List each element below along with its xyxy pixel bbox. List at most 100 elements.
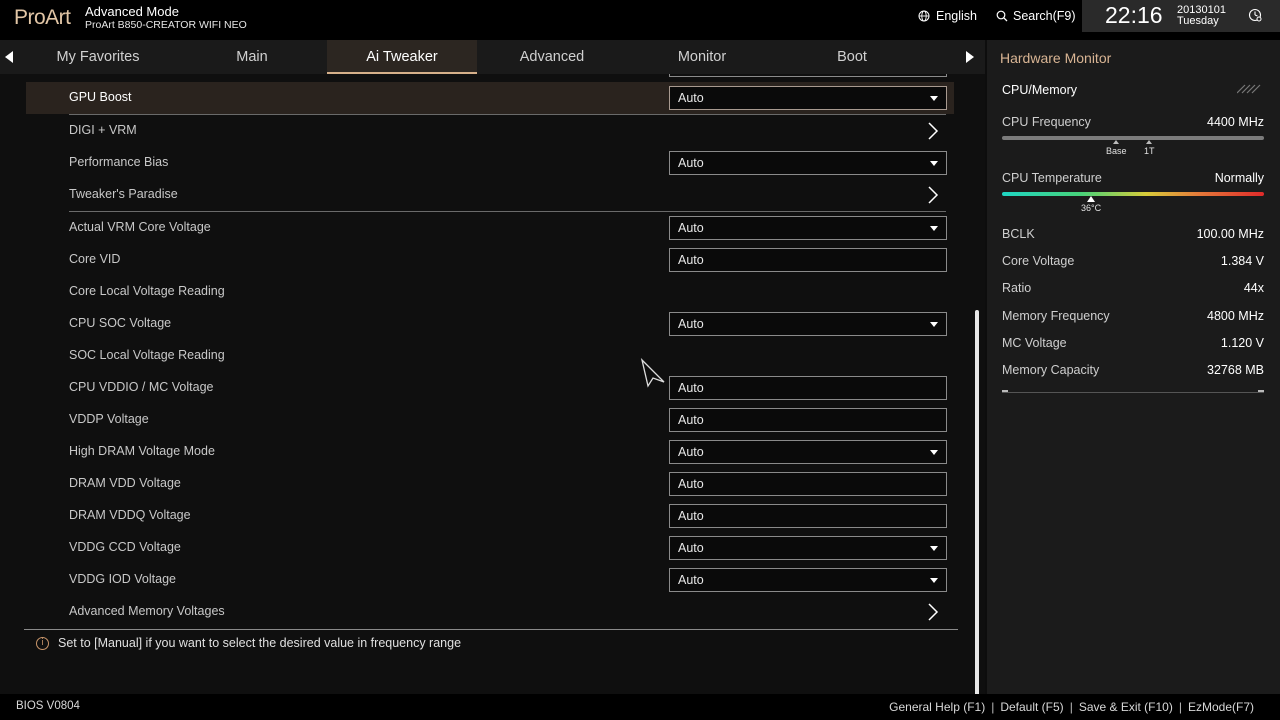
top-header: ProArt Advanced Mode ProArt B850-CREATOR… <box>0 0 1280 40</box>
cpu-frequency-row: CPU Frequency 4400 MHz <box>1002 115 1264 129</box>
chevron-right-icon[interactable] <box>926 185 940 205</box>
setting-row-performance-bias[interactable]: Performance Bias Auto <box>26 147 954 179</box>
caret-down-icon <box>930 96 938 101</box>
setting-row-tweakers-paradise[interactable]: Tweaker's Paradise <box>26 179 954 211</box>
stat-value: 44x <box>1243 281 1264 295</box>
cpu-temperature-reading: 36°C <box>1081 203 1102 213</box>
board-name: ProArt B850-CREATOR WIFI NEO <box>85 19 247 31</box>
language-selector[interactable]: English <box>918 9 977 23</box>
setting-row-gpu-boost[interactable]: GPU Boost Auto <box>26 82 954 114</box>
vddp-voltage-input[interactable]: Auto <box>669 408 947 432</box>
vddg-iod-voltage-dropdown[interactable]: Auto <box>669 568 947 592</box>
stat-label: MC Voltage <box>1002 336 1067 350</box>
help-message: i Set to [Manual] if you want to select … <box>36 636 461 650</box>
stat-row-mc-voltage: MC Voltage 1.120 V <box>1002 336 1264 350</box>
setting-row-dram-vddq-voltage[interactable]: DRAM VDDQ Voltage Auto <box>26 500 954 532</box>
tab-advanced[interactable]: Advanced <box>477 40 627 74</box>
scrollbar-thumb[interactable] <box>975 310 979 694</box>
setting-label: Core Local Voltage Reading <box>69 284 225 298</box>
help-text: Set to [Manual] if you want to select th… <box>58 636 462 650</box>
tab-boot[interactable]: Boot <box>777 40 927 74</box>
dram-vdd-voltage-input[interactable]: Auto <box>669 472 947 496</box>
setting-row-cpu-soc-voltage[interactable]: CPU SOC Voltage Auto <box>26 308 954 340</box>
stat-label: Ratio <box>1002 281 1032 295</box>
info-icon: i <box>36 636 49 650</box>
setting-row-advanced-memory-voltages[interactable]: Advanced Memory Voltages <box>26 596 954 628</box>
setting-label: SOC Local Voltage Reading <box>69 348 225 362</box>
setting-row-high-dram-voltage-mode[interactable]: High DRAM Voltage Mode Auto <box>26 436 954 468</box>
clock-date: 20130101 Tuesday <box>1177 5 1226 27</box>
partial-control-above <box>669 74 947 77</box>
setting-label: DRAM VDD Voltage <box>69 476 181 490</box>
stat-label: Core Voltage <box>1002 254 1075 268</box>
setting-row-vddp-voltage[interactable]: VDDP Voltage Auto <box>26 404 954 436</box>
tab-ai-tweaker[interactable]: Ai Tweaker <box>327 40 477 74</box>
caret-down-icon <box>930 546 938 551</box>
stat-label: Memory Capacity <box>1002 363 1100 377</box>
cpu-vddio-mc-voltage-input[interactable]: Auto <box>669 376 947 400</box>
setting-row-dram-vdd-voltage[interactable]: DRAM VDD Voltage Auto <box>26 468 954 500</box>
setting-label: Advanced Memory Voltages <box>69 604 225 618</box>
setting-label: Core VID <box>69 252 121 266</box>
stat-label: BCLK <box>1002 227 1035 241</box>
search-icon <box>996 10 1008 22</box>
cpu-temperature-status: Normally <box>1214 171 1264 185</box>
setting-label: VDDG CCD Voltage <box>69 540 181 554</box>
clock-panel[interactable]: 22:16 20130101 Tuesday <box>1082 0 1280 32</box>
ezmode-button[interactable]: EzMode(F7) <box>1182 700 1260 714</box>
language-label: English <box>936 9 977 23</box>
tab-monitor[interactable]: Monitor <box>627 40 777 74</box>
cpu-frequency-bar <box>1002 136 1264 140</box>
setting-row-digi-vrm[interactable]: DIGI + VRM <box>26 115 954 147</box>
setting-row-vddg-ccd-voltage[interactable]: VDDG CCD Voltage Auto <box>26 532 954 564</box>
dropdown-value: Auto <box>678 445 704 459</box>
chevron-right-icon[interactable] <box>926 602 940 622</box>
hardware-monitor-title: Hardware Monitor <box>1000 50 1112 66</box>
high-dram-voltage-mode-dropdown[interactable]: Auto <box>669 440 947 464</box>
clock-settings-icon[interactable] <box>1248 8 1262 22</box>
dropdown-value: Auto <box>678 91 704 105</box>
core-vid-input[interactable]: Auto <box>669 248 947 272</box>
vddg-ccd-voltage-dropdown[interactable]: Auto <box>669 536 947 560</box>
default-button[interactable]: Default (F5) <box>994 700 1069 714</box>
stat-row-bclk: BCLK 100.00 MHz <box>1002 227 1264 241</box>
dropdown-value: Auto <box>678 573 704 587</box>
performance-bias-dropdown[interactable]: Auto <box>669 151 947 175</box>
search-button[interactable]: Search(F9) <box>996 9 1076 23</box>
setting-row-actual-vrm-core-voltage[interactable]: Actual VRM Core Voltage Auto <box>26 212 954 244</box>
stat-value: 100.00 MHz <box>1196 227 1264 241</box>
setting-label: CPU VDDIO / MC Voltage <box>69 380 214 394</box>
proart-logo: ProArt <box>14 6 71 29</box>
weekday-value: Tuesday <box>1177 15 1219 27</box>
setting-label: Tweaker's Paradise <box>69 187 178 201</box>
save-exit-button[interactable]: Save & Exit (F10) <box>1073 700 1179 714</box>
tab-scroll-left-icon[interactable] <box>5 51 13 63</box>
end-tick-right <box>1258 390 1264 392</box>
globe-icon <box>918 10 930 22</box>
tab-scroll-right-icon[interactable] <box>966 51 974 63</box>
caret-down-icon <box>930 322 938 327</box>
cpu-soc-voltage-dropdown[interactable]: Auto <box>669 312 947 336</box>
stat-row-core-voltage: Core Voltage 1.384 V <box>1002 254 1264 268</box>
actual-vrm-core-voltage-dropdown[interactable]: Auto <box>669 216 947 240</box>
setting-row-cpu-vddio-mc-voltage[interactable]: CPU VDDIO / MC Voltage Auto <box>26 372 954 404</box>
stat-row-memory-frequency: Memory Frequency 4800 MHz <box>1002 309 1264 323</box>
input-value: Auto <box>678 381 704 395</box>
section-stripes-icon[interactable] <box>1237 84 1263 94</box>
gpu-boost-dropdown[interactable]: Auto <box>669 86 947 110</box>
input-value: Auto <box>678 509 704 523</box>
setting-row-vddg-iod-voltage[interactable]: VDDG IOD Voltage Auto <box>26 564 954 596</box>
stat-value: 4800 MHz <box>1207 309 1264 323</box>
tab-main[interactable]: Main <box>177 40 327 74</box>
stat-row-memory-capacity: Memory Capacity 32768 MB <box>1002 363 1264 377</box>
setting-label: High DRAM Voltage Mode <box>69 444 215 458</box>
mode-title: Advanced Mode <box>85 4 179 19</box>
base-marker-label: Base <box>1106 146 1127 156</box>
general-help-button[interactable]: General Help (F1) <box>883 700 991 714</box>
footer-links: General Help (F1) | Default (F5) | Save … <box>883 700 1260 714</box>
setting-label: DIGI + VRM <box>69 123 137 137</box>
chevron-right-icon[interactable] <box>926 121 940 141</box>
dram-vddq-voltage-input[interactable]: Auto <box>669 504 947 528</box>
setting-row-core-vid[interactable]: Core VID Auto <box>26 244 954 276</box>
tab-my-favorites[interactable]: My Favorites <box>23 40 173 74</box>
